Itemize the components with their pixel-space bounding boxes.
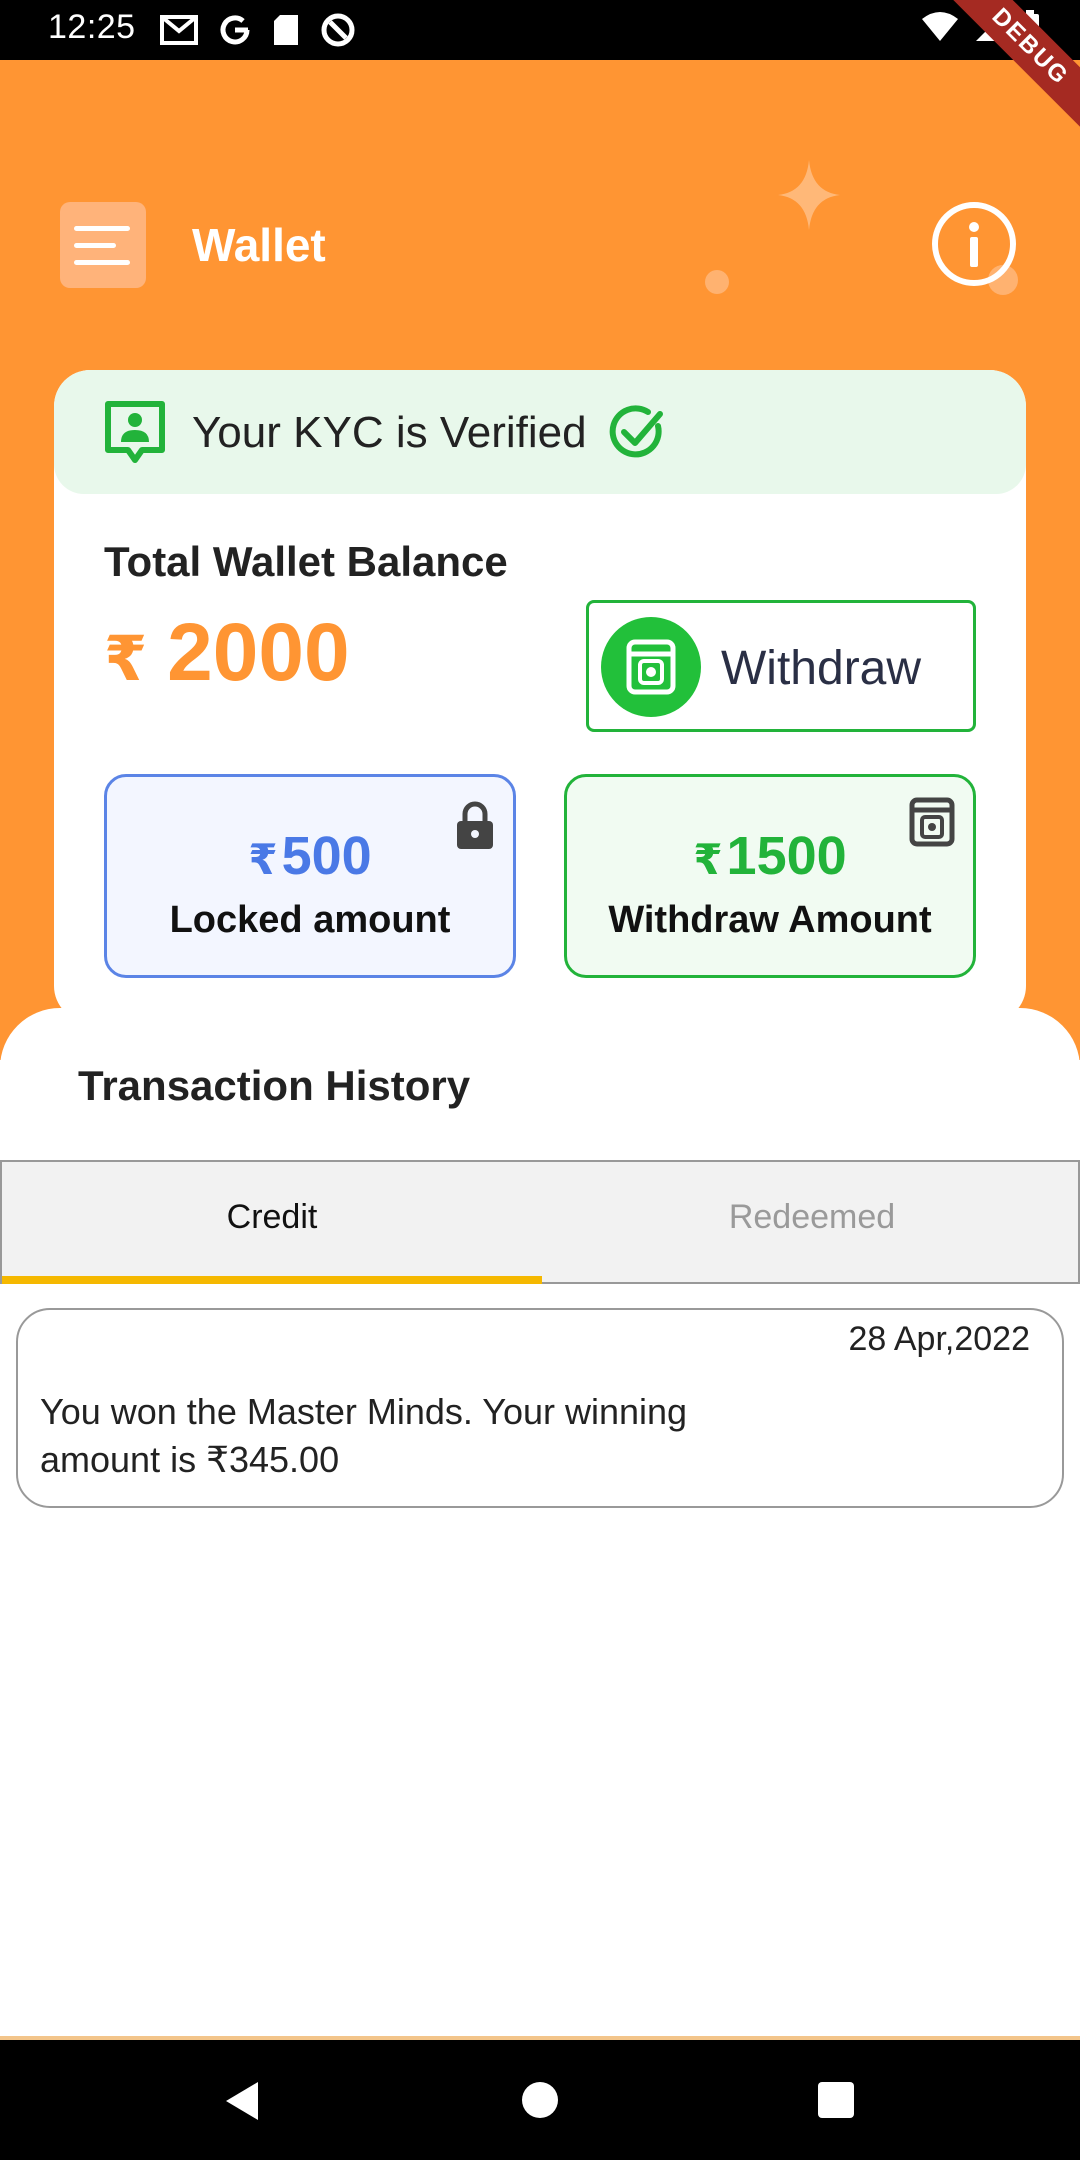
currency-symbol: ₹ (104, 625, 148, 694)
decorative-dot (705, 270, 729, 294)
transaction-text: You won the Master Minds. Your winning a… (40, 1391, 688, 1480)
transaction-item[interactable]: 28 Apr,2022 You won the Master Minds. Yo… (16, 1308, 1064, 1508)
status-time: 12:25 (48, 8, 136, 46)
kyc-status-text: Your KYC is Verified (192, 408, 587, 457)
hamburger-menu-icon (74, 225, 130, 231)
status-bar: 12:25 (0, 0, 1080, 60)
kyc-banner: Your KYC is Verified (54, 370, 1026, 494)
transaction-tabs: Credit Redeemed (0, 1160, 1080, 1284)
locked-amount-value: ₹500 (248, 826, 372, 886)
balance-amount: 2000 (167, 607, 350, 698)
home-icon[interactable] (522, 2082, 558, 2118)
locked-amount-label: Locked amount (169, 899, 451, 941)
page-title: Wallet (192, 219, 326, 271)
header-background: Wallet Your KYC is Verified Total Wallet… (0, 60, 1080, 1060)
info-icon (969, 222, 979, 267)
gmail-icon (160, 15, 198, 45)
withdraw-button[interactable]: Withdraw (586, 600, 976, 732)
transaction-history-sheet: Transaction History Credit Redeemed 28 A… (0, 1008, 1080, 2040)
id-badge-icon (105, 401, 165, 463)
locked-amount-card: ₹500 Locked amount (104, 774, 516, 978)
tab-redeemed[interactable]: Redeemed (542, 1162, 1080, 1282)
back-icon[interactable] (222, 2080, 262, 2122)
status-icons-left (160, 12, 356, 48)
sparkle-icon (778, 160, 840, 230)
tab-credit[interactable]: Credit (2, 1162, 542, 1282)
withdraw-button-label: Withdraw (721, 642, 922, 695)
info-button[interactable] (932, 202, 1016, 286)
navigation-bar (0, 2040, 1080, 2160)
withdraw-icon-circle (601, 617, 701, 717)
tab-indicator (2, 1276, 542, 1284)
wifi-icon (922, 12, 958, 41)
withdraw-amount-card: ₹1500 Withdraw Amount (564, 774, 976, 978)
sd-card-icon (274, 15, 298, 45)
recents-icon[interactable] (818, 2082, 854, 2118)
google-icon (220, 15, 250, 45)
atm-icon (626, 639, 676, 695)
wallet-card: Your KYC is Verified Total Wallet Balanc… (54, 370, 1026, 1022)
total-balance-label: Total Wallet Balance (104, 538, 508, 585)
total-balance-value: ₹ 2000 (104, 606, 350, 700)
no-disturb-icon (321, 13, 355, 47)
menu-button[interactable] (60, 202, 146, 288)
transaction-date: 28 Apr,2022 (848, 1320, 1030, 1358)
withdraw-amount-label: Withdraw Amount (608, 899, 932, 941)
section-title: Transaction History (78, 1062, 471, 1109)
check-circle-icon (609, 405, 663, 458)
withdraw-amount-value: ₹1500 (693, 826, 847, 886)
